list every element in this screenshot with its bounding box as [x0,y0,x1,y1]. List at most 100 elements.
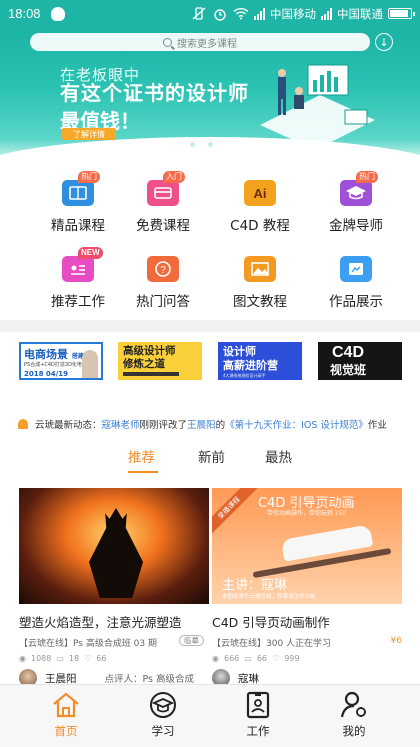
card-title: C4D 引导页动画制作 [212,615,330,630]
category-item[interactable]: 热门精品课程 [30,171,126,234]
id-badge-icon [243,691,273,719]
nav-label: 我的 [342,724,366,738]
vibrate-off-icon [191,7,207,21]
folder-icon [340,256,372,282]
card-image-note: 本图来源于云琥在线，转载请注明出处 [222,594,316,600]
nav-study[interactable]: 学习 [133,691,193,739]
category-badge: NEW [78,247,103,259]
battery-icon [388,8,415,19]
course-card[interactable]: 塑造火焰造型，注意光源塑造 【云琥在线】Ps 高级合成班 03 期临摹 ◉ 108… [19,488,209,687]
eye-icon: ◉ [19,653,26,663]
ticker-action: 刚刚评改了 [139,420,188,431]
ticker-of: 的 [215,420,226,431]
presenter-photo [82,350,98,378]
category-label: 精品课程 [51,218,105,234]
graduation-cap-icon [148,691,178,719]
ticker-teacher: 寇琳老师 [101,420,140,431]
course-thumbnail-strip: 电商场景 搭建 PS合成+C4D打造3D化电商场景 2018 04/19 高级设… [0,342,420,384]
thumb-c4d-class[interactable]: C4D 视觉班 [318,342,402,380]
category-item[interactable]: Ai C4D 教程 [212,180,308,234]
book-icon: 热门 [62,171,100,206]
card-stats: ◉ 666 ▭ 66 ♡ 999 [212,653,402,663]
bell-icon [18,419,28,429]
category-badge: 入门 [163,171,185,183]
nav-label: 学习 [151,724,175,738]
thumb-strip [123,372,179,376]
reviewer-label: 点评人：Ps 高级合成 [104,674,195,685]
like-icon: ♡ [84,653,92,663]
nav-work[interactable]: 工作 [228,691,288,739]
signal-icon [254,7,265,20]
category-label: C4D 教程 [230,218,290,234]
carrier-1: 中国移动 [270,6,316,21]
ticker-prefix: 云琥最新动态： [35,420,102,431]
card-title: 塑造火焰造型，注意光源塑造 [19,615,182,630]
category-label: 热门问答 [136,294,190,310]
status-right: 中国移动 中国联通 [191,6,415,22]
thumb-senior-designer[interactable]: 高级设计师 修炼之道 [118,342,202,380]
comments-count: 66 [256,653,268,663]
carrier-2: 中国联通 [337,6,383,21]
banner-pager [190,142,213,147]
nav-mine[interactable]: 我的 [324,691,384,739]
home-icon [51,691,81,719]
ticker-suffix: 作业 [367,420,387,431]
views-count: 666 [223,653,240,663]
comment-icon: ▭ [56,653,64,663]
card-icon: 入门 [147,171,185,206]
image-icon [244,256,276,282]
category-item[interactable]: ? 热门问答 [115,256,211,310]
tab-newest[interactable]: 新前 [198,446,225,466]
thumb-date: 2018 04/19 [24,370,68,378]
card-price: ¥6 [390,636,402,646]
category-grid: 热门 精品课程 入门 免费课程 Ai C4D 教程 热门 金牌导师 NEW 推荐工作? 热门问答 图文… [0,171,420,312]
card-meta: 【云琥在线】Ps 高级合成班 03 期临摹 [19,635,209,649]
category-badge: 热门 [78,171,100,183]
ai-icon: Ai [244,180,276,206]
pager-dot[interactable] [199,142,204,147]
hero-banner[interactable]: 搜索更多课程 ↓ 在老板眼中 有这个证书的设计师 最值钱！ 了解详情 [0,27,420,167]
banner-illustration [260,64,375,150]
nav-home[interactable]: 首页 [36,691,96,739]
thumb-title: 电商场景 搭建 [24,348,84,361]
card-meta: 【云琥在线】300 人正在学习 ¥6 [212,636,402,649]
status-time: 18:08 [8,6,41,21]
card-stats: ◉ 1088 ▭ 18 ♡ 66 [19,653,209,663]
category-label: 金牌导师 [329,218,383,234]
card-image-host: 主讲：寇琳 [222,578,288,593]
category-label: 推荐工作 [51,294,105,310]
news-ticker[interactable]: 云琥最新动态： 寇琳老师 刚刚评改了 王晨阳 的 《第十九天作业：IOS 设计规… [18,416,418,432]
banner-title-line1: 有这个证书的设计师 [60,81,249,105]
pager-dot[interactable] [208,142,213,147]
thumb-subtitle: 视觉班 [330,363,367,377]
course-card[interactable]: 录播课程 C4D 引导页动画 带你动画操作，带你玩转 250 主讲：寇琳 本图来… [212,488,402,687]
thumb-subtitle: 4大课系统进阶设计高手 [223,373,266,378]
views-count: 1088 [30,653,52,663]
wifi-icon [233,7,249,21]
ticker-assignment: 《第十九天作业：IOS 设计规范》 [225,420,368,431]
search-icon [163,37,172,47]
category-item[interactable]: 图文教程 [212,256,308,310]
card-tag: 临摹 [179,635,204,646]
feed-tabs: 推荐 新前 最热 [0,446,420,474]
svg-text:?: ? [160,265,166,276]
thumb-designer-camp[interactable]: 设计师 高薪进阶营 4大课系统进阶设计高手 [218,342,302,380]
banner-more-button[interactable]: 了解详情 [62,128,116,140]
tab-recommend[interactable]: 推荐 [128,446,155,466]
thumb-title: 设计师 高薪进阶营 [223,345,278,372]
pager-dot[interactable] [190,142,195,147]
comments-count: 18 [68,653,80,663]
likes-count: 999 [284,653,300,663]
tab-hottest[interactable]: 最热 [265,446,292,466]
download-icon[interactable]: ↓ [375,33,393,51]
ticker-student: 王晨阳 [187,420,216,431]
like-icon: ♡ [272,653,280,663]
user-icon [339,691,369,719]
category-item[interactable]: 作品展示 [308,256,404,310]
category-item[interactable]: 热门金牌导师 [308,171,404,234]
search-bar[interactable]: 搜索更多课程 [30,33,370,51]
category-item[interactable]: 入门 免费课程 [115,171,211,234]
category-item[interactable]: NEW 推荐工作 [30,247,126,310]
category-badge: 热门 [356,171,378,183]
thumb-ecommerce-scene[interactable]: 电商场景 搭建 PS合成+C4D打造3D化电商场景 2018 04/19 [19,342,103,380]
